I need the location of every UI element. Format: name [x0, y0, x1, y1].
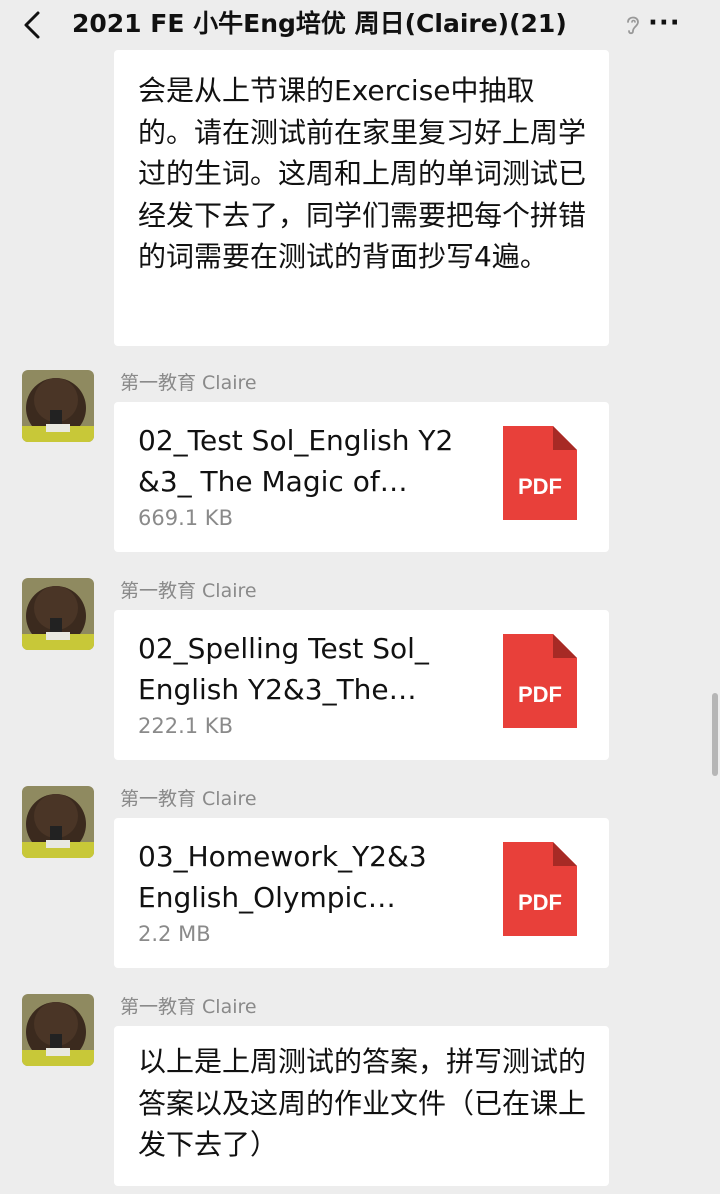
- pdf-icon: PDF: [503, 426, 577, 520]
- chat-title: 2021 FE 小牛Eng培优 周日(Claire)(21): [72, 9, 567, 38]
- avatar-image: [22, 994, 94, 1066]
- avatar[interactable]: [22, 994, 94, 1066]
- sender-name: 第一教育 Claire: [120, 372, 257, 394]
- file-size: 222.1 KB: [138, 714, 233, 738]
- file-message[interactable]: 02_Test Sol_English Y2 &3_ The Magic of……: [114, 402, 609, 552]
- more-icon[interactable]: ···: [648, 8, 681, 38]
- svg-text:PDF: PDF: [518, 474, 562, 499]
- avatar[interactable]: [22, 786, 94, 858]
- pdf-icon: PDF: [503, 842, 577, 936]
- avatar[interactable]: [22, 370, 94, 442]
- back-arrow-icon[interactable]: [18, 10, 48, 40]
- message-text: 会是从上节课的Exercise中抽取的。请在测试前在家里复习好上周学过的生词。这…: [138, 74, 587, 273]
- scrollbar-thumb[interactable]: [712, 693, 718, 776]
- sender-name: 第一教育 Claire: [120, 996, 257, 1018]
- svg-text:PDF: PDF: [518, 890, 562, 915]
- avatar-image: [22, 370, 94, 442]
- avatar-image: [22, 578, 94, 650]
- chat-header: 2021 FE 小牛Eng培优 周日(Claire)(21) ···: [0, 0, 720, 50]
- ear-icon: [627, 16, 639, 35]
- pdf-icon: PDF: [503, 634, 577, 728]
- sender-name: 第一教育 Claire: [120, 580, 257, 602]
- message-bubble[interactable]: 以上是上周测试的答案，拼写测试的答案以及这周的作业文件（已在课上发下去了）: [114, 1026, 609, 1186]
- svg-text:PDF: PDF: [518, 682, 562, 707]
- message-text: 以上是上周测试的答案，拼写测试的答案以及这周的作业文件（已在课上发下去了）: [138, 1045, 587, 1161]
- file-message[interactable]: 03_Homework_Y2&3 English_Olympic… 2.2 MB…: [114, 818, 609, 968]
- sender-name: 第一教育 Claire: [120, 788, 257, 810]
- avatar[interactable]: [22, 578, 94, 650]
- message-bubble[interactable]: 会是从上节课的Exercise中抽取的。请在测试前在家里复习好上周学过的生词。这…: [114, 50, 609, 346]
- file-size: 2.2 MB: [138, 922, 211, 946]
- file-message[interactable]: 02_Spelling Test Sol_ English Y2&3_The… …: [114, 610, 609, 760]
- avatar-image: [22, 786, 94, 858]
- file-name: 02_Test Sol_English Y2 &3_ The Magic of…: [138, 424, 454, 498]
- file-name: 02_Spelling Test Sol_ English Y2&3_The…: [138, 632, 429, 706]
- file-size: 669.1 KB: [138, 506, 233, 530]
- file-name: 03_Homework_Y2&3 English_Olympic…: [138, 840, 427, 914]
